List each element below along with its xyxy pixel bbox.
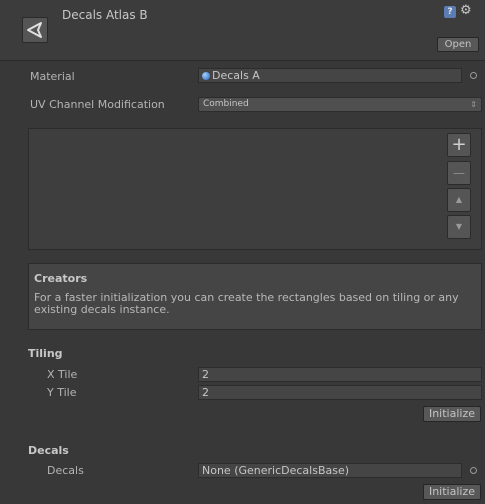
header-divider [0,60,485,61]
material-label: Material [30,70,75,83]
asset-title: Decals Atlas B [62,8,148,22]
dropdown-arrow-icon: ⇕ [470,100,477,109]
decals-title: Decals [28,444,69,457]
tiling-initialize-button[interactable]: Initialize [423,406,481,422]
uv-channel-value: Combined [203,99,249,109]
move-up-button[interactable]: ▲ [447,188,471,212]
material-value: Decals A [212,69,260,82]
add-button[interactable]: + [447,133,471,157]
open-button[interactable]: Open [437,37,479,52]
creators-title: Creators [34,272,88,285]
decals-picker-icon[interactable] [470,467,477,474]
uv-channel-label: UV Channel Modification [30,98,165,111]
decals-label: Decals [47,464,84,477]
x-tile-field[interactable]: 2 [198,367,482,382]
creators-text: For a faster initialization you can crea… [34,291,459,316]
material-field[interactable]: Decals A [198,68,462,83]
asset-icon [22,17,48,43]
rectangles-list[interactable] [28,128,482,250]
tiling-title: Tiling [28,347,63,360]
creators-help-box: Creators For a faster initialization you… [28,263,482,330]
y-tile-field[interactable]: 2 [198,385,482,400]
gear-icon[interactable]: ⚙ [460,3,472,18]
uv-channel-dropdown[interactable]: Combined ⇕ [198,97,482,112]
y-tile-label: Y Tile [47,386,77,399]
decals-field[interactable]: None (GenericDecalsBase) [198,463,462,478]
remove-button[interactable]: — [447,161,471,185]
x-tile-label: X Tile [47,368,78,381]
decals-initialize-button[interactable]: Initialize [423,484,481,500]
decal-atlas-icon [27,22,42,38]
help-icon[interactable]: ? [444,6,456,18]
object-picker-icon[interactable] [470,72,477,79]
move-down-button[interactable]: ▼ [447,215,471,239]
material-icon [202,72,210,80]
inspector-header: Decals Atlas B ? ⚙ Open [0,0,485,60]
